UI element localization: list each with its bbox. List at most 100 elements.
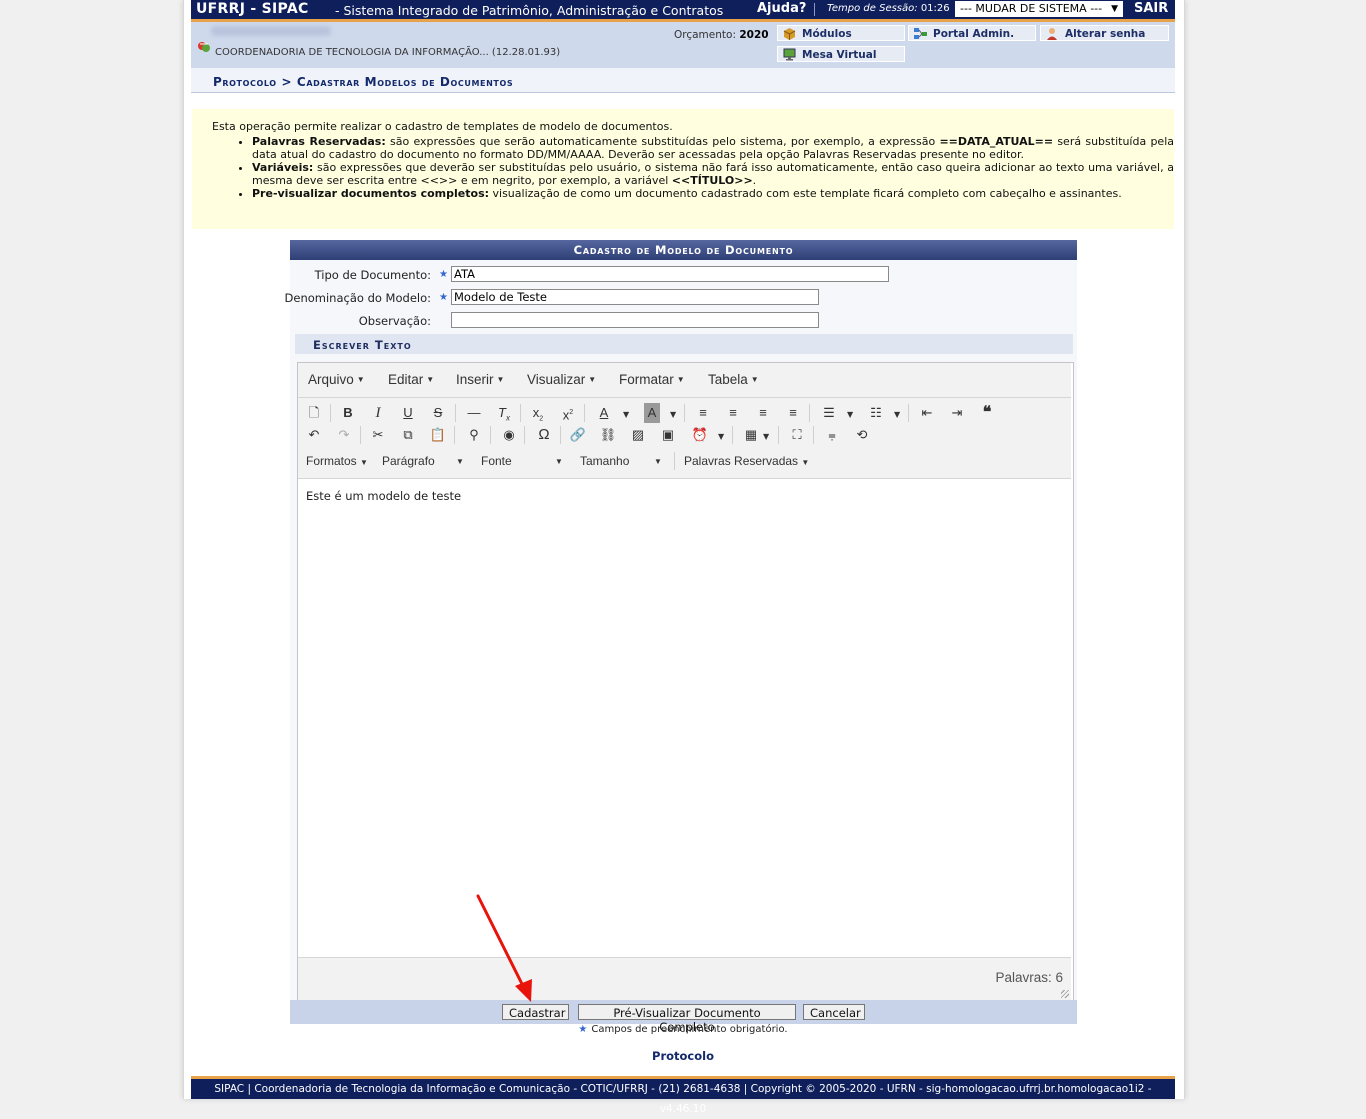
- media-icon[interactable]: ▣: [657, 425, 679, 445]
- bullet-list-icon[interactable]: ☰: [818, 403, 840, 423]
- breadcrumb: Protocolo > Cadastrar Modelos de Documen…: [213, 75, 514, 89]
- datetime-icon[interactable]: ⏰: [689, 425, 711, 445]
- protocol-link[interactable]: Protocolo: [0, 1049, 1366, 1063]
- copy-icon[interactable]: ⧉: [397, 425, 419, 445]
- model-name-input[interactable]: [451, 289, 819, 305]
- paragraph-dropdown[interactable]: Parágrafo ▼: [382, 454, 464, 468]
- indent-icon[interactable]: ⇥: [946, 403, 968, 423]
- observation-row: Observação:: [290, 308, 1077, 330]
- formats-dropdown[interactable]: Formatos ▼: [306, 454, 368, 468]
- blockquote-icon[interactable]: ❝: [976, 403, 998, 423]
- preview-icon[interactable]: ◉: [498, 425, 520, 445]
- breadcrumb-bar: Protocolo > Cadastrar Modelos de Documen…: [191, 68, 1175, 93]
- clear-format-icon[interactable]: Tx: [493, 403, 515, 423]
- font-dropdown[interactable]: Fonte ▼: [481, 454, 563, 468]
- caret-down-icon: ▼: [426, 375, 435, 384]
- caret-down-icon: ▼: [456, 457, 464, 466]
- menu-formatar[interactable]: Formatar ▼: [619, 372, 685, 387]
- observation-input[interactable]: [451, 312, 819, 328]
- align-right-icon[interactable]: ≡: [752, 403, 774, 423]
- find-replace-icon[interactable]: ⚲: [463, 425, 485, 445]
- required-star-icon: ★: [439, 269, 448, 280]
- horizontal-rule-icon[interactable]: —: [463, 403, 485, 423]
- required-star-icon: ★: [439, 292, 448, 303]
- doc-type-label: Tipo de Documento:: [314, 268, 431, 282]
- required-fields-note: ★ Campos de preenchimento obrigatório.: [578, 1024, 788, 1035]
- caret-down-icon[interactable]: ▼: [670, 410, 676, 419]
- page-break-icon[interactable]: ⩦: [821, 425, 843, 445]
- doc-type-input[interactable]: [451, 266, 889, 282]
- new-document-icon[interactable]: 🗋: [303, 403, 325, 423]
- editor-menubar: Arquivo ▼ Editar ▼ Inserir ▼ Visualizar ▼ Fo…: [298, 363, 1071, 398]
- toolbar-divider: [560, 426, 561, 444]
- caret-down-icon: ▼: [496, 375, 505, 384]
- editor-content[interactable]: Este é um modelo de teste: [306, 489, 461, 503]
- virtual-desk-button[interactable]: Mesa Virtual: [777, 46, 905, 62]
- logout-link[interactable]: SAIR: [1134, 1, 1168, 16]
- table-icon[interactable]: ▦: [740, 425, 762, 445]
- special-char-icon[interactable]: Ω: [533, 425, 555, 445]
- required-star-icon: ★: [578, 1024, 588, 1035]
- instructions-intro: Esta operação permite realizar o cadastr…: [212, 120, 673, 133]
- toolbar-divider: [908, 404, 909, 422]
- session-timer: Tempo de Sessão: 01:26: [827, 3, 950, 14]
- align-left-icon[interactable]: ≡: [692, 403, 714, 423]
- modules-button[interactable]: Módulos: [777, 25, 905, 41]
- toolbar-divider: [778, 426, 779, 444]
- text-color-icon[interactable]: A: [593, 403, 615, 423]
- toolbar-divider: [674, 452, 675, 470]
- model-name-row: Denominação do Modelo: ★: [285, 285, 1077, 307]
- preview-button[interactable]: Pré-Visualizar Documento Completo: [578, 1004, 796, 1034]
- toolbar-divider: [584, 404, 585, 422]
- italic-icon[interactable]: I: [367, 403, 389, 423]
- change-system-select[interactable]: --- MUDAR DE SISTEMA --- ▼: [955, 1, 1123, 17]
- numbered-list-icon[interactable]: ☷: [865, 403, 887, 423]
- caret-down-icon[interactable]: ▼: [718, 432, 724, 441]
- change-password-button[interactable]: Alterar senha: [1040, 25, 1169, 41]
- resize-grip-icon[interactable]: [1061, 990, 1069, 998]
- undo-icon[interactable]: ↶: [303, 425, 325, 445]
- instructions-list: Palavras Reservadas: são expressões que …: [232, 135, 1174, 200]
- menu-tabela[interactable]: Tabela ▼: [708, 372, 759, 387]
- cancel-button[interactable]: Cancelar: [803, 1004, 865, 1020]
- subscript-icon[interactable]: x2: [527, 403, 549, 423]
- toolbar-divider: [490, 426, 491, 444]
- caret-down-icon: ▼: [750, 375, 759, 384]
- caret-down-icon[interactable]: ▼: [623, 410, 629, 419]
- paste-icon[interactable]: 📋: [427, 425, 449, 445]
- size-dropdown[interactable]: Tamanho ▼: [580, 454, 662, 468]
- outdent-icon[interactable]: ⇤: [916, 403, 938, 423]
- restore-draft-icon[interactable]: ⟲: [851, 425, 873, 445]
- write-text-heading: Escrever Texto: [295, 334, 1073, 354]
- toolbar-divider: [455, 404, 456, 422]
- portal-admin-button[interactable]: Portal Admin.: [908, 25, 1036, 41]
- menu-editar[interactable]: Editar ▼: [388, 372, 434, 387]
- redo-icon[interactable]: ↷: [333, 425, 355, 445]
- superscript-icon[interactable]: x2: [557, 403, 579, 423]
- cut-icon[interactable]: ✂: [367, 425, 389, 445]
- user-key-icon: [1047, 28, 1057, 40]
- menu-visualizar[interactable]: Visualizar ▼: [527, 372, 596, 387]
- background-color-icon[interactable]: A: [644, 403, 660, 423]
- menu-inserir[interactable]: Inserir ▼: [456, 372, 504, 387]
- caret-down-icon: ▼: [588, 375, 597, 384]
- help-link[interactable]: Ajuda?: [757, 1, 806, 16]
- caret-down-icon[interactable]: ▼: [894, 410, 900, 419]
- menu-arquivo[interactable]: Arquivo ▼: [308, 372, 365, 387]
- strikethrough-icon[interactable]: S: [427, 403, 449, 423]
- fullscreen-icon[interactable]: ⛶: [786, 425, 808, 445]
- brand-title[interactable]: UFRRJ - SIPAC: [196, 1, 309, 17]
- reserved-words-dropdown[interactable]: Palavras Reservadas ▼: [684, 454, 809, 468]
- submit-button[interactable]: Cadastrar: [502, 1004, 569, 1020]
- bold-icon[interactable]: B: [337, 403, 359, 423]
- link-icon[interactable]: 🔗: [567, 425, 589, 445]
- toolbar-divider: [684, 404, 685, 422]
- align-center-icon[interactable]: ≡: [722, 403, 744, 423]
- user-info-bar: COORDENADORIA DE TECNOLOGIA DA INFORMAÇÃ…: [191, 22, 1175, 68]
- image-icon[interactable]: ▨: [627, 425, 649, 445]
- unlink-icon[interactable]: ⛓: [597, 425, 619, 445]
- caret-down-icon[interactable]: ▼: [847, 410, 853, 419]
- underline-icon[interactable]: U: [397, 403, 419, 423]
- caret-down-icon[interactable]: ▼: [763, 432, 769, 441]
- justify-icon[interactable]: ≡: [782, 403, 804, 423]
